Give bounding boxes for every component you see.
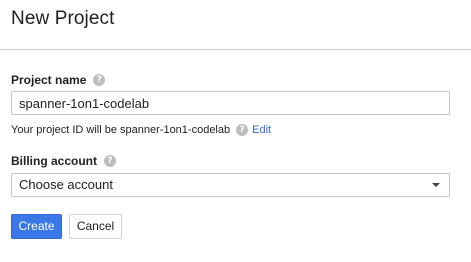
chevron-down-icon: [432, 183, 440, 187]
help-icon[interactable]: ?: [93, 74, 106, 86]
edit-project-id-link[interactable]: Edit: [252, 124, 271, 136]
billing-account-label-row: Billing account ?: [11, 154, 117, 168]
project-name-input[interactable]: [11, 91, 450, 115]
create-button[interactable]: Create: [11, 214, 62, 239]
project-id-note-row: Your project ID will be spanner-1on1-cod…: [11, 124, 271, 136]
help-icon[interactable]: ?: [104, 155, 117, 167]
billing-account-select[interactable]: Choose account: [11, 173, 450, 197]
billing-account-label: Billing account: [11, 154, 98, 168]
billing-account-selected-value: Choose account: [19, 177, 113, 192]
new-project-dialog: New Project Project name ? Your project …: [0, 0, 471, 262]
project-id-note: Your project ID will be spanner-1on1-cod…: [11, 124, 231, 136]
project-name-label: Project name: [11, 73, 87, 87]
help-icon[interactable]: ?: [236, 124, 249, 136]
project-name-label-row: Project name ?: [11, 73, 106, 87]
dialog-title: New Project: [11, 8, 115, 29]
cancel-button[interactable]: Cancel: [69, 214, 122, 239]
dialog-header: New Project: [0, 0, 471, 50]
